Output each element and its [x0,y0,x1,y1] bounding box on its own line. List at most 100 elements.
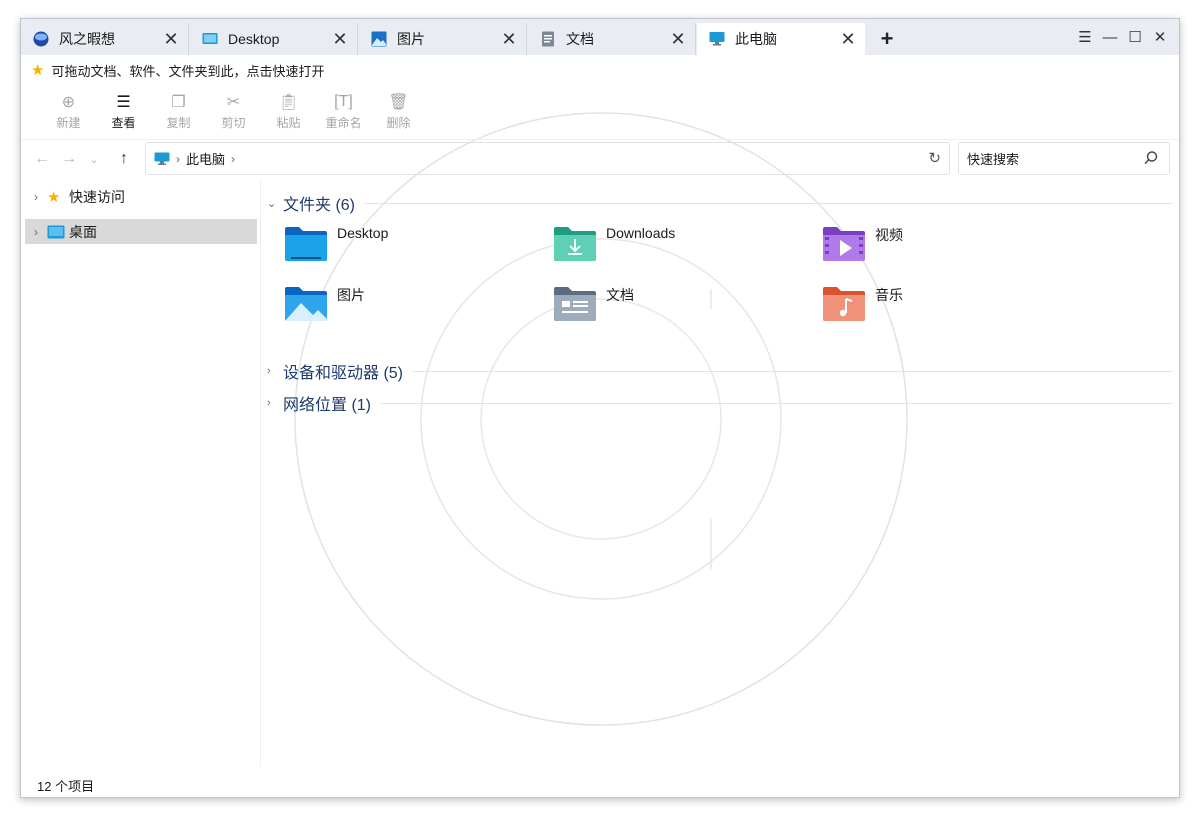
chevron-down-icon[interactable]: ⌄ [267,197,283,210]
scissors-icon: ✂ [226,93,241,111]
menu-icon[interactable]: ☰ [1072,25,1098,49]
minimize-button[interactable]: — [1097,25,1123,49]
documents-folder-icon [554,287,596,321]
tab-desktop[interactable]: Desktop ✕ [190,23,358,55]
globe-icon [33,31,49,47]
desktop-icon [202,33,218,44]
close-icon[interactable]: ✕ [667,28,689,50]
folder-label: Downloads [606,225,676,241]
copy-icon: ❐ [171,93,186,111]
folder-label: 文档 [606,287,634,303]
view-button[interactable]: ☰ 查看 [96,85,151,137]
copy-label: 复制 [166,115,191,130]
item-count: 12 个项目 [37,778,95,794]
tab-label: 风之暇想 [59,31,115,47]
tab-label: 图片 [397,31,425,47]
maximize-button[interactable]: ☐ [1122,25,1148,49]
quick-launch-hint: ★ 可拖动文档、软件、文件夹到此，点击快速打开 [21,55,1179,85]
close-window-button[interactable]: ✕ [1147,25,1173,49]
folder-documents[interactable]: 文档 [552,283,812,327]
divider [413,370,1173,372]
main-content: ⌄ 文件夹 (6) Desktop Downloads 视频 图片 文档 音乐 … [263,179,1179,767]
sidebar-item-label: 桌面 [69,223,97,240]
tab-label: 此电脑 [735,31,777,47]
folder-label: Desktop [337,225,389,241]
sidebar-item-label: 快速访问 [69,188,125,205]
tab-fengzhi[interactable]: 风之暇想 ✕ [21,23,189,55]
chevron-right-icon[interactable]: › [25,225,47,239]
breadcrumb-this-pc[interactable]: 此电脑 [186,149,225,168]
sidebar: › ★ 快速访问 › 桌面 [21,179,261,767]
address-bar[interactable]: › 此电脑 › ↻ [145,142,950,175]
star-icon: ★ [47,188,61,206]
group-network-header[interactable]: › 网络位置 (1) [267,391,1173,415]
tab-pictures[interactable]: 图片 ✕ [359,23,527,55]
rename-icon: [T] [334,92,353,110]
group-folders-header[interactable]: ⌄ 文件夹 (6) [267,191,1173,215]
rename-button[interactable]: [T] 重命名 [316,85,371,137]
copy-button[interactable]: ❐ 复制 [151,85,206,137]
new-tab-button[interactable]: + [873,25,901,53]
list-icon: ☰ [116,93,131,111]
close-icon[interactable]: ✕ [837,28,859,50]
search-icon[interactable] [1143,150,1159,166]
cut-button[interactable]: ✂ 剪切 [206,85,261,137]
folder-desktop[interactable]: Desktop [283,223,543,267]
chevron-right-icon[interactable]: › [267,397,283,409]
close-icon[interactable]: ✕ [498,28,520,50]
close-icon[interactable]: ✕ [329,28,351,50]
downloads-folder-icon [554,227,596,261]
music-folder-icon [823,287,865,321]
chevron-down-icon[interactable]: ⌄ [83,148,105,170]
computer-icon [709,32,725,46]
pictures-icon [371,31,387,47]
desktop-icon [47,225,65,239]
divider [381,402,1173,404]
address-row: ← → ⌄ ↑ › 此电脑 › ↻ 快速搜索 [21,139,1179,177]
delete-button[interactable]: 🗑︎ 删除 [371,85,426,137]
tab-label: Desktop [228,31,280,47]
sidebar-item-desktop[interactable]: › 桌面 [25,219,257,244]
new-button[interactable]: ⊕ 新建 [41,85,96,137]
breadcrumb-chevron-icon[interactable]: › [231,152,235,166]
search-placeholder: 快速搜索 [967,152,1020,167]
up-arrow-icon[interactable]: ↑ [113,148,135,170]
folder-music[interactable]: 音乐 [821,283,1081,327]
rename-label: 重命名 [325,115,362,130]
forward-arrow-icon[interactable]: → [58,148,80,170]
desktop-folder-icon [285,227,327,261]
tab-label: 文档 [566,31,594,47]
videos-folder-icon [823,227,865,261]
close-icon[interactable]: ✕ [160,28,182,50]
sidebar-item-quick-access[interactable]: › ★ 快速访问 [25,184,257,209]
folder-videos[interactable]: 视频 [821,223,1081,267]
toolbar: ⊕ 新建 ☰ 查看 ❐ 复制 ✂ 剪切 📋︎ 粘贴 [T] 重命名 🗑︎ 删除 [21,85,1179,137]
cut-label: 剪切 [221,115,246,130]
search-input[interactable]: 快速搜索 [958,142,1170,175]
document-icon [542,31,554,47]
status-bar: 12 个项目 [21,771,1179,797]
folder-label: 视频 [875,227,903,243]
pictures-folder-icon [285,287,327,321]
chevron-right-icon[interactable]: › [267,365,283,377]
folder-downloads[interactable]: Downloads [552,223,812,267]
refresh-icon[interactable]: ↻ [928,149,941,167]
new-label: 新建 [56,115,81,130]
plus-circle-icon: ⊕ [61,93,76,111]
tab-documents[interactable]: 文档 ✕ [528,23,696,55]
group-label: 文件夹 (6) [283,197,356,214]
trash-icon: 🗑︎ [388,93,409,111]
group-label: 设备和驱动器 (5) [283,365,404,382]
paste-button[interactable]: 📋︎ 粘贴 [261,85,316,137]
view-label: 查看 [111,115,136,130]
folder-label: 音乐 [875,287,903,303]
file-explorer-window: 风之暇想 ✕ Desktop ✕ 图片 ✕ 文档 ✕ 此电脑 ✕ + ☰ — ☐… [20,18,1180,798]
tab-this-pc[interactable]: 此电脑 ✕ [697,23,865,55]
chevron-right-icon[interactable]: › [25,190,47,204]
folder-pictures[interactable]: 图片 [283,283,543,327]
folder-label: 图片 [337,287,365,303]
hint-text: 可拖动文档、软件、文件夹到此，点击快速打开 [51,63,325,79]
star-icon: ★ [31,62,45,79]
group-devices-header[interactable]: › 设备和驱动器 (5) [267,359,1173,383]
back-arrow-icon[interactable]: ← [31,148,53,170]
